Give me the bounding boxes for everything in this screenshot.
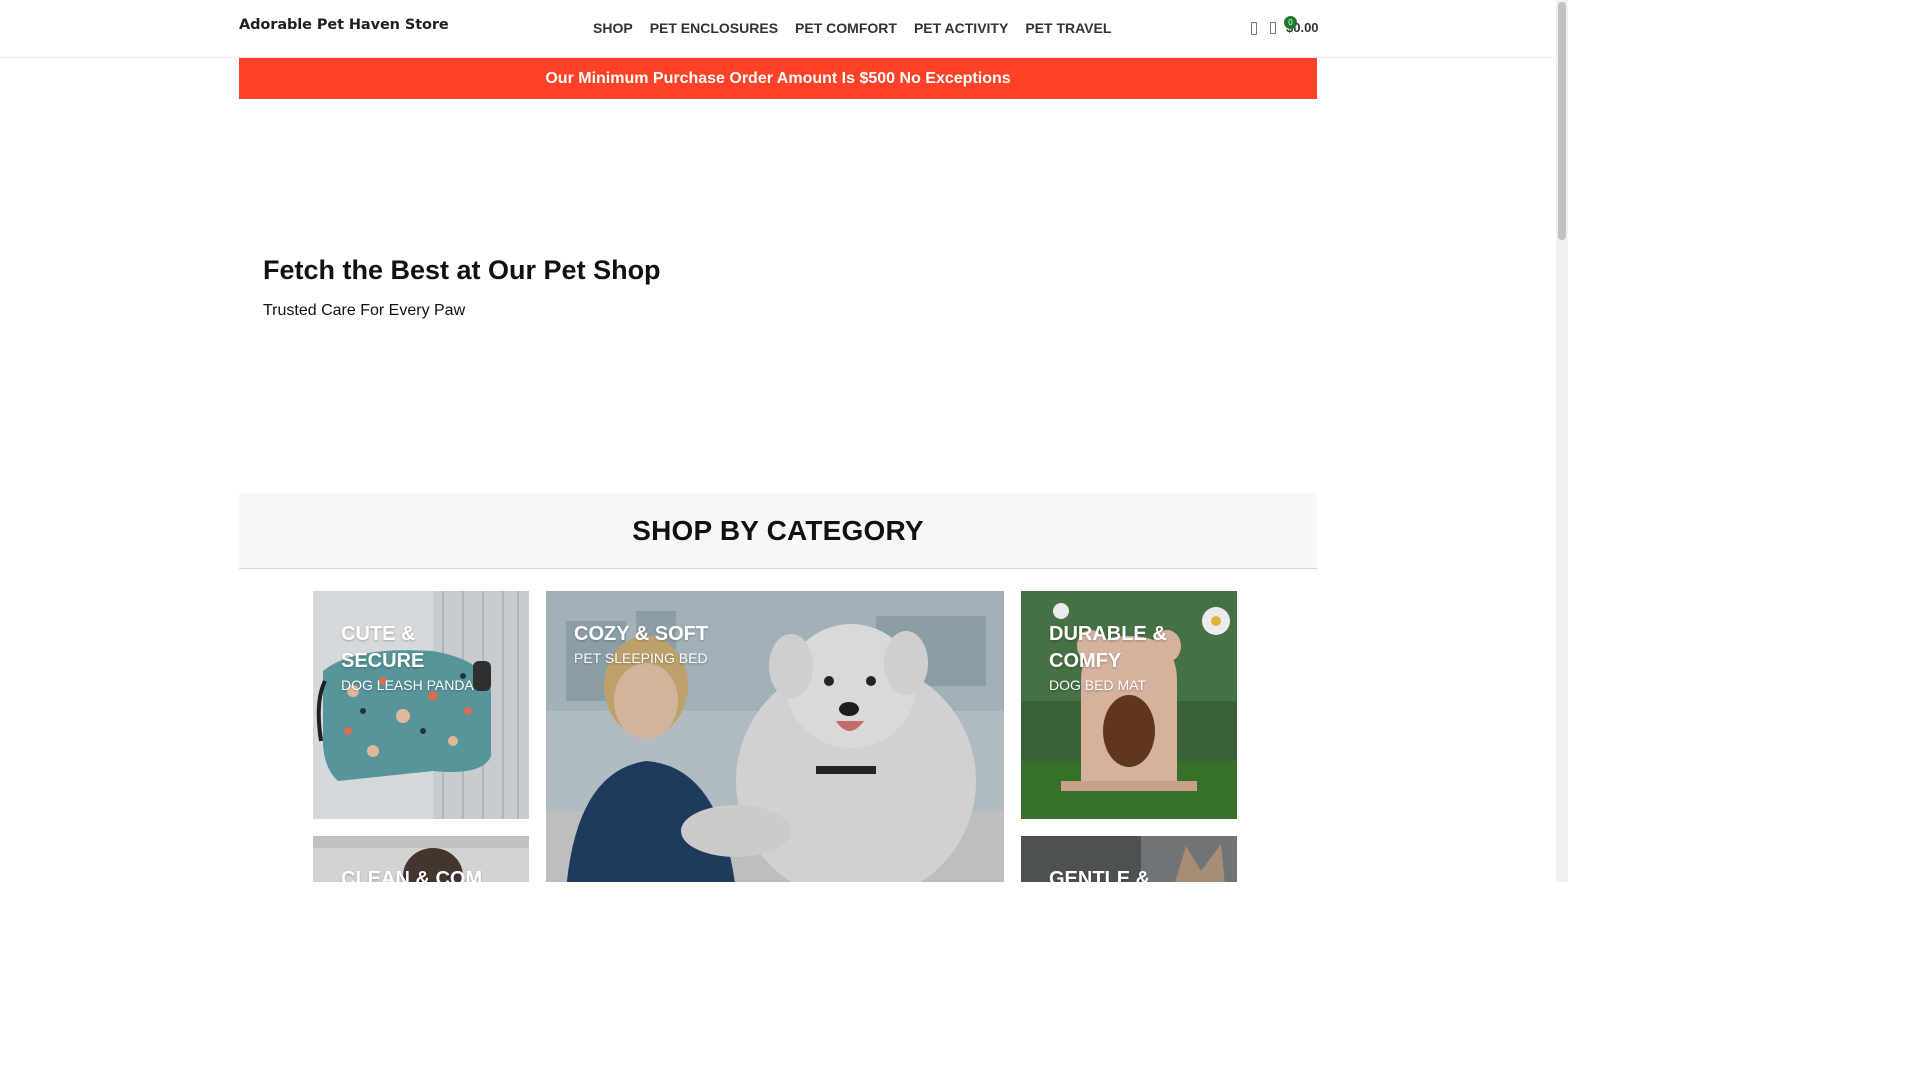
hero-subtitle: Trusted Care For Every Paw — [263, 302, 466, 319]
page: Adorable Pet Haven Store SHOP PET ENCLOS… — [0, 0, 1568, 882]
tile-title: CUTE & SECURE DOG LEASH PANDA — [341, 621, 474, 695]
hero-title: Fetch the Best at Our Pet Shop — [263, 255, 661, 285]
tile-subtitle: DOG LEASH PANDA — [341, 677, 474, 693]
category-tile-cozy-soft[interactable]: COZY & SOFT PET SLEEPING BED — [546, 591, 1004, 882]
tile-title-text: CUTE & SECURE — [341, 623, 425, 672]
tile-subtitle: PET SLEEPING BED — [574, 650, 708, 666]
tile-title-text: GENTLE & — [1049, 868, 1151, 882]
tile-title: CLEAN & COM — [341, 866, 482, 882]
tile-title: COZY & SOFT PET SLEEPING BED — [574, 621, 708, 668]
category-tile-gentle[interactable]: GENTLE & — [1021, 836, 1237, 882]
header-tools: 0 $0.00 — [1250, 16, 1319, 35]
nav-pet-comfort[interactable]: PET COMFORT — [795, 20, 897, 36]
category-heading-band: SHOP BY CATEGORY — [239, 493, 1317, 569]
cart-count-badge: 0 — [1284, 16, 1297, 29]
tile-title: GENTLE & — [1049, 866, 1150, 882]
tile-title-text: CLEAN & COM — [341, 868, 483, 882]
category-heading: SHOP BY CATEGORY — [632, 515, 924, 546]
scrollbar-thumb[interactable] — [1558, 2, 1566, 240]
page-scrollbar[interactable] — [1556, 0, 1568, 882]
announcement-bar: Our Minimum Purchase Order Amount Is $50… — [239, 58, 1317, 99]
category-tile-durable-comfy[interactable]: DURABLE & COMFY DOG BED MAT — [1021, 591, 1237, 819]
cart-icon — [1268, 17, 1280, 35]
store-logo[interactable]: Adorable Pet Haven Store — [239, 17, 449, 33]
tile-subtitle: DOG BED MAT — [1049, 677, 1146, 693]
tile-title: DURABLE & COMFY DOG BED MAT — [1049, 621, 1189, 695]
cart-button[interactable]: 0 $0.00 — [1268, 16, 1319, 35]
tile-title-text: DURABLE & COMFY — [1049, 623, 1167, 672]
nav-pet-enclosures[interactable]: PET ENCLOSURES — [650, 20, 778, 36]
nav-pet-activity[interactable]: PET ACTIVITY — [914, 20, 1008, 36]
category-tile-clean-com[interactable]: CLEAN & COM — [313, 836, 529, 882]
category-tile-cute-secure[interactable]: CUTE & SECURE DOG LEASH PANDA — [313, 591, 529, 819]
main-nav: SHOP PET ENCLOSURES PET COMFORT PET ACTI… — [593, 20, 1128, 36]
tile-title-text: COZY & SOFT — [574, 623, 709, 645]
site-header: Adorable Pet Haven Store SHOP PET ENCLOS… — [0, 0, 1556, 58]
nav-shop[interactable]: SHOP — [593, 20, 633, 36]
nav-pet-travel[interactable]: PET TRAVEL — [1025, 20, 1111, 36]
search-icon[interactable] — [1250, 17, 1262, 35]
